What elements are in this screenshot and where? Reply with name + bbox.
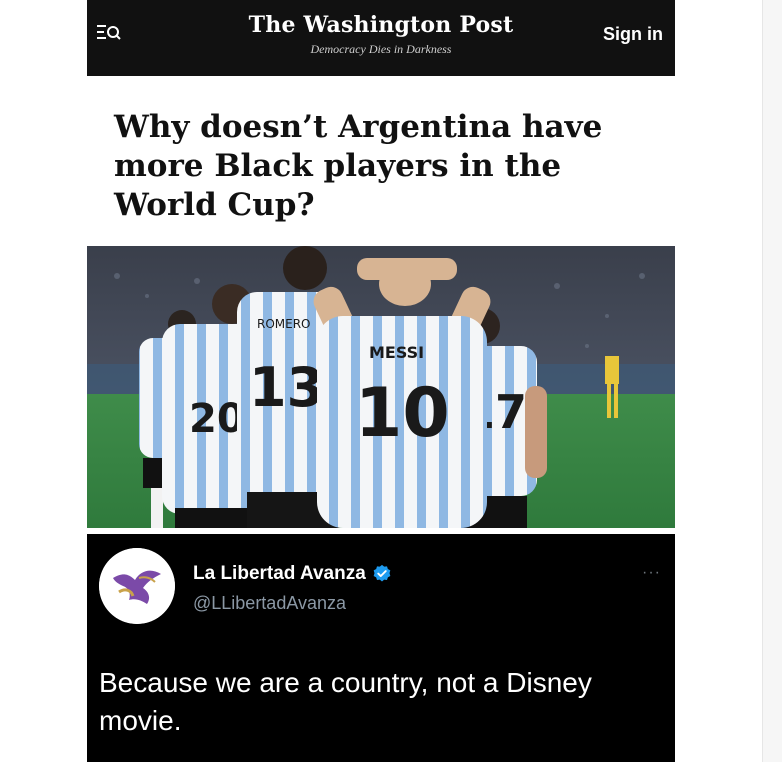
- svg-text:20: 20: [189, 396, 245, 442]
- svg-text:10: 10: [355, 374, 450, 453]
- display-name-text[interactable]: La Libertad Avanza: [193, 563, 366, 585]
- verified-badge-icon: [373, 564, 391, 582]
- screenshot-frame: The Washington Post Democracy Dies in Da…: [87, 0, 675, 762]
- svg-text:13: 13: [249, 356, 324, 419]
- tweet-display-name[interactable]: La Libertad Avanza: [193, 563, 392, 585]
- article-photo: 20 ROMERO 13 17 MESSI 10: [87, 246, 675, 528]
- lion-logo-icon: [99, 548, 175, 624]
- profile-avatar[interactable]: [99, 548, 175, 624]
- site-logo-title[interactable]: The Washington Post: [87, 12, 675, 38]
- tweet-text: Because we are a country, not a Disney m…: [99, 667, 592, 736]
- svg-text:MESSI: MESSI: [369, 343, 424, 362]
- sign-in-link[interactable]: Sign in: [603, 24, 663, 45]
- site-tagline: Democracy Dies in Darkness: [310, 42, 452, 56]
- masthead[interactable]: The Washington Post Democracy Dies in Da…: [87, 12, 675, 57]
- more-options-icon[interactable]: ···: [642, 564, 661, 582]
- page-gutter: [762, 0, 782, 762]
- site-header: The Washington Post Democracy Dies in Da…: [87, 0, 675, 76]
- svg-text:ROMERO: ROMERO: [257, 317, 311, 331]
- article-headline[interactable]: Why doesn’t Argentina have more Black pl…: [114, 108, 654, 225]
- tweet-handle[interactable]: @LLibertadAvanza: [193, 593, 346, 614]
- tweet-card[interactable]: La Libertad Avanza @LLibertadAvanza ··· …: [87, 534, 675, 762]
